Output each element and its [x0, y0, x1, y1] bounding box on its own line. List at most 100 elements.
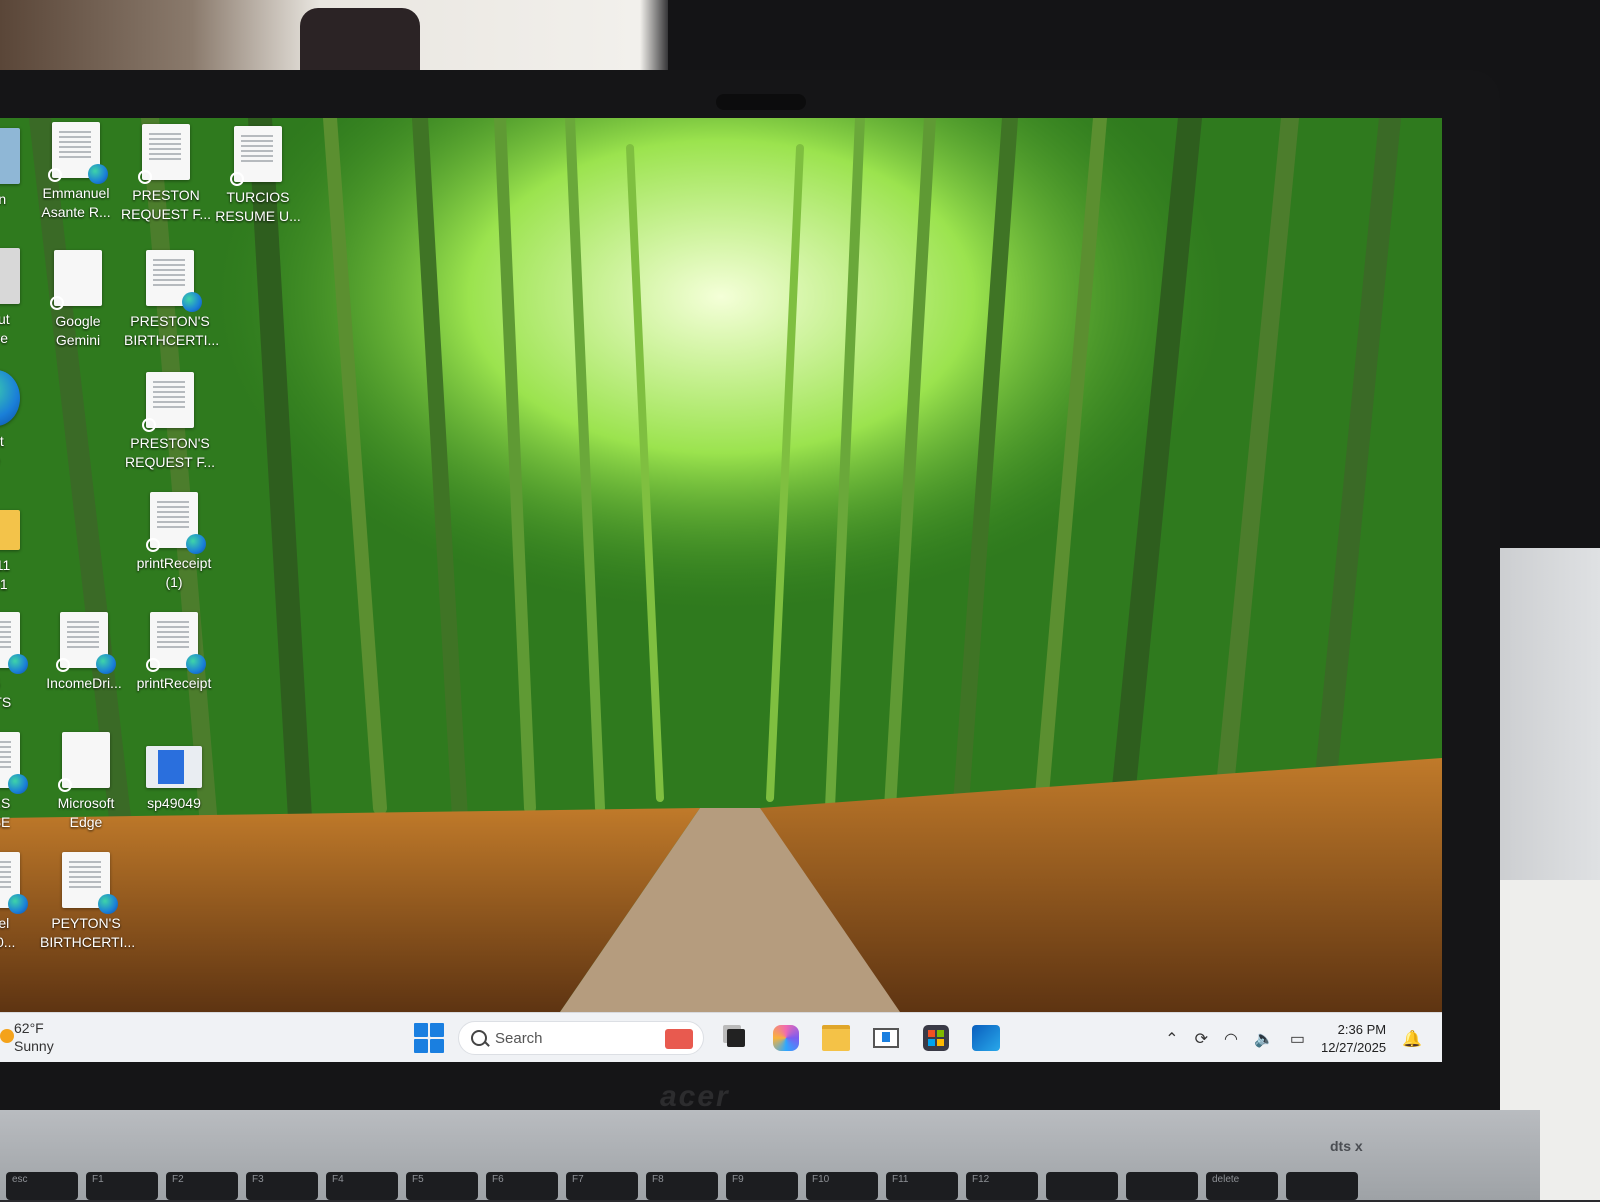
keyboard-row: esc F1 F2 F3 F4 F5 F6 F7 F8 F9 F10 F11 F… — [0, 1172, 1446, 1202]
app-icon — [0, 248, 20, 304]
key[interactable]: F7 — [566, 1172, 638, 1200]
windows-start-icon[interactable] — [414, 1023, 444, 1053]
pdf-document-icon — [146, 250, 202, 312]
key[interactable]: F2 — [166, 1172, 238, 1200]
task-view-icon[interactable] — [718, 1020, 754, 1056]
power-key[interactable] — [1286, 1172, 1358, 1200]
key[interactable]: F3 — [246, 1172, 318, 1200]
laptop-brand-logo: acer — [660, 1080, 730, 1113]
icon-label: FITS — [0, 694, 12, 710]
key[interactable]: F6 — [486, 1172, 558, 1200]
blank-file-icon — [50, 250, 102, 310]
desktop-icon-partial-3[interactable]: w 11 021 — [0, 494, 42, 594]
folder-icon — [0, 510, 20, 550]
installer-icon — [146, 746, 202, 788]
icon-label: Asante R... — [41, 204, 111, 220]
key[interactable]: F9 — [726, 1172, 798, 1200]
desktop-icon-peyton-birthcert[interactable]: PEYTON'S BIRTHCERTI... — [40, 852, 136, 952]
icon-label: Emmanuel — [42, 185, 110, 201]
weather-widget[interactable]: 62°F Sunny — [0, 1019, 54, 1055]
icon-label: REQUEST F... — [121, 206, 211, 222]
desktop-icon-printreceipt[interactable]: printReceipt — [128, 612, 220, 693]
icon-label: IncomeDri... — [46, 675, 122, 691]
icon-label: REQUEST F... — [125, 454, 215, 470]
desktop-icon-microsoft-edge[interactable]: Microsoft Edge — [40, 732, 132, 832]
app-window-icon[interactable] — [868, 1020, 904, 1056]
icon-label: BIRTHCERTI... — [40, 934, 136, 950]
desktop-icon-turcios-resume[interactable]: TURCIOS RESUME U... — [212, 126, 304, 226]
pdf-document-icon — [146, 492, 206, 554]
outlook-new-icon[interactable] — [968, 1020, 1004, 1056]
desktop-icon-sp49049[interactable]: sp49049 — [128, 732, 220, 813]
clock[interactable]: 2:36 PM 12/27/2025 — [1321, 1021, 1386, 1057]
desktop-icon-google-gemini[interactable]: Google Gemini — [32, 250, 124, 350]
audio-badge: dts x — [1330, 1138, 1363, 1154]
edge-icon — [0, 370, 20, 426]
sync-icon[interactable]: ⟳ — [1195, 1029, 1208, 1049]
chevron-up-icon[interactable]: ⌃ — [1165, 1029, 1178, 1049]
icon-label: e 20... — [0, 934, 16, 950]
pdf-document-icon — [62, 852, 118, 914]
icon-label: PRESTON'S — [130, 435, 210, 451]
clock-date: 12/27/2025 — [1321, 1040, 1387, 1055]
desktop-icon-incomedri[interactable]: IncomeDri... — [38, 612, 130, 693]
icon-label: sp49049 — [147, 795, 201, 811]
icon-label: ERS — [0, 795, 11, 811]
sun-icon — [0, 1029, 14, 1043]
pdf-document-icon — [146, 612, 206, 674]
icon-label: e — [0, 451, 42, 470]
icon-label: BIRTHCERTI... — [124, 332, 220, 348]
battery-icon[interactable]: ▭ — [1290, 1029, 1305, 1049]
icon-label: nuel — [0, 915, 10, 931]
key[interactable]: F10 — [806, 1172, 878, 1200]
desktop-icon-preston-request[interactable]: PRESTON REQUEST F... — [120, 124, 212, 224]
taskbar-apps: Search — [414, 1020, 1004, 1056]
icon-label: Edge — [69, 814, 103, 830]
desktop-icon-preston-request-2[interactable]: PRESTON'S REQUEST F... — [124, 372, 216, 472]
key[interactable]: F5 — [406, 1172, 478, 1200]
taskbar: 62°F Sunny Search ⌃ ⟳ ◠ 🔈 ▭ 2:36 PM 12/2… — [0, 1012, 1442, 1062]
webcam — [716, 94, 806, 110]
icon-label: TURCIOS — [226, 189, 290, 205]
microsoft-store-icon[interactable] — [918, 1020, 954, 1056]
document-icon — [230, 126, 282, 186]
weather-condition: Sunny — [14, 1038, 54, 1054]
pdf-document-icon — [48, 122, 108, 184]
search-highlight-icon — [665, 1029, 693, 1049]
icon-label: Gemini — [55, 332, 101, 348]
background-object — [300, 8, 420, 78]
desktop-icon-preston-birthcert[interactable]: PRESTON'S BIRTHCERTI... — [124, 250, 220, 350]
taskbar-search-box[interactable]: Search — [458, 1021, 704, 1055]
key[interactable] — [1126, 1172, 1198, 1200]
notification-bell-icon[interactable]: 🔔 — [1402, 1029, 1422, 1049]
icon-label: RESUME U... — [215, 208, 301, 224]
copilot-icon[interactable] — [768, 1020, 804, 1056]
desktop-icon-emmanuel-asante[interactable]: Emmanuel Asante R... — [30, 122, 122, 222]
system-tray: ⌃ ⟳ ◠ 🔈 ▭ 2:36 PM 12/27/2025 🔔 — [1165, 1019, 1422, 1059]
document-icon — [138, 124, 190, 184]
icon-label: PRESTON'S — [130, 313, 210, 329]
key[interactable] — [1046, 1172, 1118, 1200]
icon-label: NSE — [0, 814, 11, 830]
desktop-icon-partial-5[interactable]: ERS NSE — [0, 732, 42, 832]
desktop-icon-partial-6[interactable]: nuel e 20... — [0, 852, 42, 952]
desktop-icon-partial-2[interactable]: oft e — [0, 370, 42, 470]
key[interactable]: F11 — [886, 1172, 958, 1200]
volume-icon[interactable]: 🔈 — [1254, 1029, 1274, 1049]
laptop-screen: Bin Emmanuel Asante R... PRESTON REQUEST… — [0, 118, 1442, 1062]
icon-label: Google — [55, 313, 101, 329]
key[interactable]: F1 — [86, 1172, 158, 1200]
key[interactable]: F8 — [646, 1172, 718, 1200]
wifi-icon[interactable]: ◠ — [1224, 1029, 1238, 1049]
desktop-icon-partial-4[interactable]: 6 FITS — [0, 612, 42, 712]
key[interactable]: F12 — [966, 1172, 1038, 1200]
pdf-document-icon — [0, 612, 28, 674]
key[interactable]: F4 — [326, 1172, 398, 1200]
desktop-icon-printreceipt-1[interactable]: printReceipt (1) — [128, 492, 220, 592]
icon-label: w 11 — [0, 557, 11, 573]
key[interactable]: esc — [6, 1172, 78, 1200]
key[interactable]: delete — [1206, 1172, 1278, 1200]
file-explorer-icon[interactable] — [818, 1020, 854, 1056]
icon-label: 6 — [0, 674, 42, 693]
icon-label: (1) — [165, 574, 183, 590]
